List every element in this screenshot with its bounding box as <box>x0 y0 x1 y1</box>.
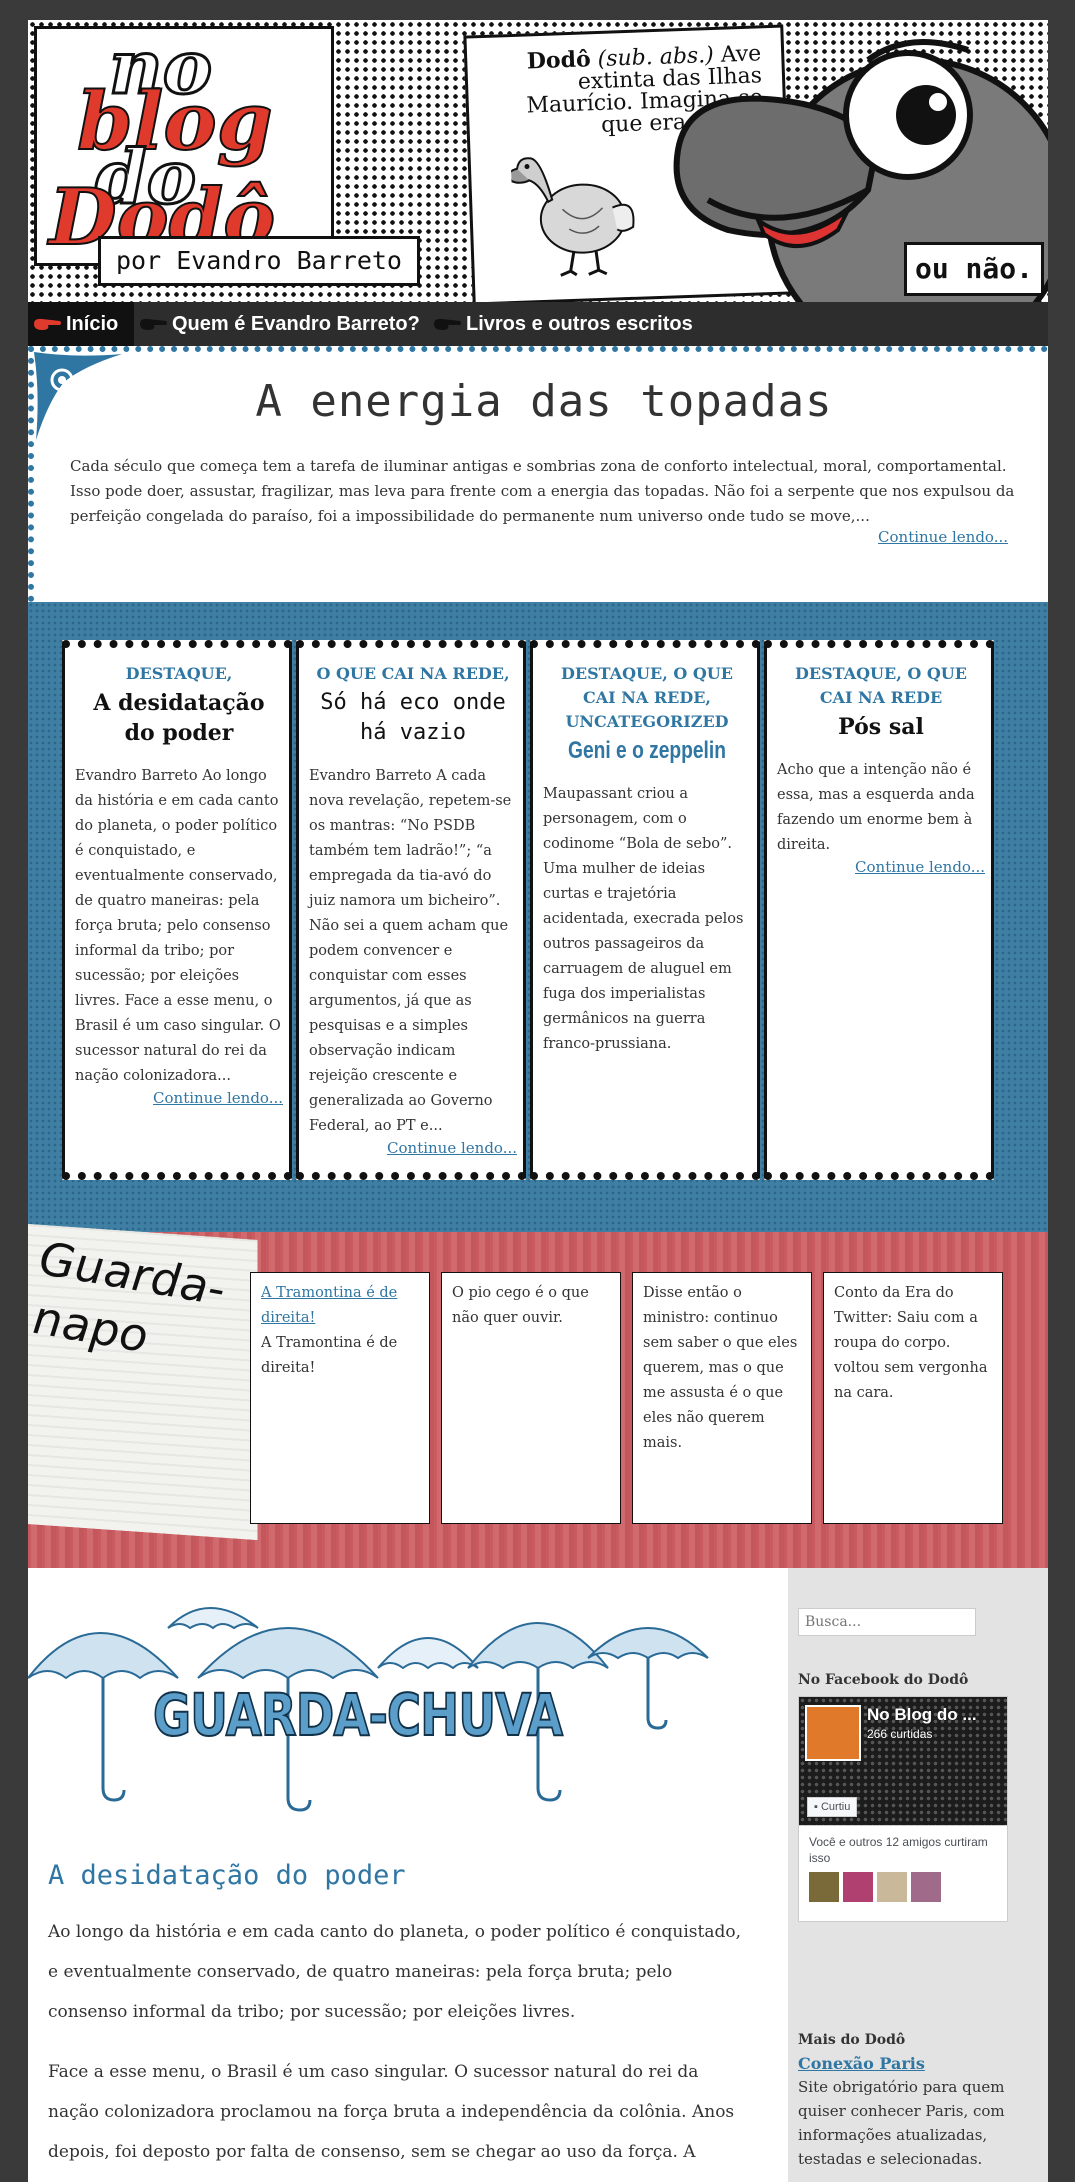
card-title[interactable]: Pós sal <box>777 712 985 742</box>
nav-label: Livros e outros escritos <box>466 313 693 335</box>
facebook-page-name[interactable]: No Blog do ... <box>867 1705 977 1725</box>
main-content: GUARDA-CHUVA A desidatação do poder Ao l… <box>28 1568 788 2182</box>
card-title[interactable]: Só há eco onde há vazio <box>309 688 517 748</box>
site-logo[interactable]: no blog do Dodô <box>34 26 334 266</box>
napkin-image: Guarda-napo <box>28 1223 258 1541</box>
card-text: Evandro Barreto Ao longo da história e e… <box>75 768 281 1084</box>
featured-post: A energia das topadas Cada século que co… <box>28 346 1048 602</box>
nav-item-quem-e-evandro[interactable]: Quem é Evandro Barreto? <box>134 302 430 346</box>
post-paragraph: Face a esse menu, o Brasil é um caso sin… <box>48 2062 735 2162</box>
card-title[interactable]: Geni e o zeppelin <box>564 736 730 766</box>
pointing-hand-icon <box>140 318 167 330</box>
nav-item-livros[interactable]: Livros e outros escritos <box>428 302 703 346</box>
byline: por Evandro Barreto <box>98 236 420 286</box>
facebook-icon: ▪ <box>814 1801 821 1813</box>
nav-label: Quem é Evandro Barreto? <box>172 313 420 335</box>
guarda-chuva-banner: GUARDA-CHUVA <box>152 1680 564 1750</box>
facebook-friend-avatars <box>809 1866 997 1906</box>
card-text: Maupassant criou a personagem, com o cod… <box>543 786 744 1052</box>
facebook-friends-text: Você e outros 12 amigos curtiram isso <box>809 1835 988 1865</box>
card-continue-link[interactable]: Continue lendo... <box>75 1089 283 1107</box>
napkin-label: Guarda-napo <box>30 1230 228 1364</box>
featured-continue-link[interactable]: Continue lendo... <box>878 528 1008 546</box>
pointing-hand-icon <box>434 318 461 330</box>
avatar[interactable] <box>809 1872 839 1902</box>
search-input[interactable] <box>798 1608 976 1636</box>
highlights-section: DESTAQUE, A desidatação do poder Evandro… <box>28 602 1048 1232</box>
facebook-like-button[interactable]: ▪ Curtiu <box>807 1797 858 1817</box>
nav-label: Início <box>66 313 119 335</box>
quote-text: A Tramontina é de direita! <box>261 1335 398 1376</box>
card-text: Acho que a intenção não é essa, mas a es… <box>777 762 975 853</box>
main-nav: Início Quem é Evandro Barreto? Livros e … <box>28 302 1048 346</box>
post-title[interactable]: A desidatação do poder <box>48 1860 406 1891</box>
site-header: no blog do Dodô por Evandro Barreto Dodô… <box>28 20 1048 302</box>
card-category[interactable]: DESTAQUE, O QUE CAI NA REDE, UNCATEGORIZ… <box>543 662 751 734</box>
avatar[interactable] <box>911 1872 941 1902</box>
quote-card: Conto da Era do Twitter: Saiu com a roup… <box>823 1272 1003 1524</box>
card-category[interactable]: DESTAQUE, O QUE CAI NA REDE <box>777 662 985 710</box>
facebook-like-label: Curtiu <box>820 1801 851 1813</box>
highlight-card: O QUE CAI NA REDE, Só há eco onde há vaz… <box>296 640 526 1180</box>
highlight-card: DESTAQUE, O QUE CAI NA REDE Pós sal Acho… <box>764 640 994 1180</box>
card-category[interactable]: O QUE CAI NA REDE, <box>309 662 517 686</box>
featured-excerpt: Cada século que começa tem a tarefa de i… <box>70 457 1015 525</box>
quote-text: O pio cego é o que não quer ouvir. <box>452 1285 589 1326</box>
post-paragraph: Ao longo da história e em cada canto do … <box>48 1922 742 2022</box>
dodo-engraving-icon <box>510 157 635 277</box>
avatar[interactable] <box>877 1872 907 1902</box>
card-continue-link[interactable]: Continue lendo... <box>777 858 985 876</box>
conexao-paris-description: Site obrigatório para quem quiser conhec… <box>798 2078 1005 2168</box>
guardanapo-section: Guarda-napo A Tramontina é de direita! A… <box>28 1223 1048 1568</box>
facebook-page-avatar <box>805 1705 861 1761</box>
facebook-like-count: 266 curtidas <box>867 1727 933 1741</box>
avatar[interactable] <box>843 1872 873 1902</box>
quote-text: Conto da Era do Twitter: Saiu com a roup… <box>834 1285 988 1401</box>
facebook-friends: Você e outros 12 amigos curtiram isso <box>798 1826 1008 1922</box>
card-text: Evandro Barreto A cada nova revelação, r… <box>309 768 512 1134</box>
card-category[interactable]: DESTAQUE, <box>75 662 283 686</box>
tagline-ou-nao: ou não. <box>904 242 1044 296</box>
pointing-hand-icon <box>34 318 61 330</box>
featured-title[interactable]: A energia das topadas <box>34 376 1048 427</box>
highlight-card: DESTAQUE, A desidatação do poder Evandro… <box>62 640 292 1180</box>
quote-link[interactable]: A Tramontina é de direita! <box>261 1285 397 1326</box>
quote-card: Disse então o ministro: continuo sem sab… <box>632 1272 812 1524</box>
quote-card: A Tramontina é de direita! A Tramontina … <box>250 1272 430 1524</box>
mais-do-dodo-heading: Mais do Dodô <box>798 2032 906 2048</box>
quote-text: Disse então o ministro: continuo sem sab… <box>643 1285 798 1451</box>
conexao-paris-link[interactable]: Conexão Paris <box>798 2054 1038 2073</box>
quote-card: O pio cego é o que não quer ouvir. <box>441 1272 621 1524</box>
card-title[interactable]: A desidatação do poder <box>75 688 283 748</box>
facebook-page-widget[interactable]: No Blog do ... 266 curtidas ▪ Curtiu <box>798 1696 1008 1826</box>
sidebar: No Facebook do Dodô No Blog do ... 266 c… <box>788 1568 1048 2182</box>
nav-item-inicio[interactable]: Início <box>28 302 134 346</box>
highlight-card: DESTAQUE, O QUE CAI NA REDE, UNCATEGORIZ… <box>530 640 760 1180</box>
post-body: Ao longo da história e em cada canto do … <box>48 1912 748 2182</box>
facebook-heading: No Facebook do Dodô <box>798 1672 969 1688</box>
card-continue-link[interactable]: Continue lendo... <box>309 1139 517 1157</box>
